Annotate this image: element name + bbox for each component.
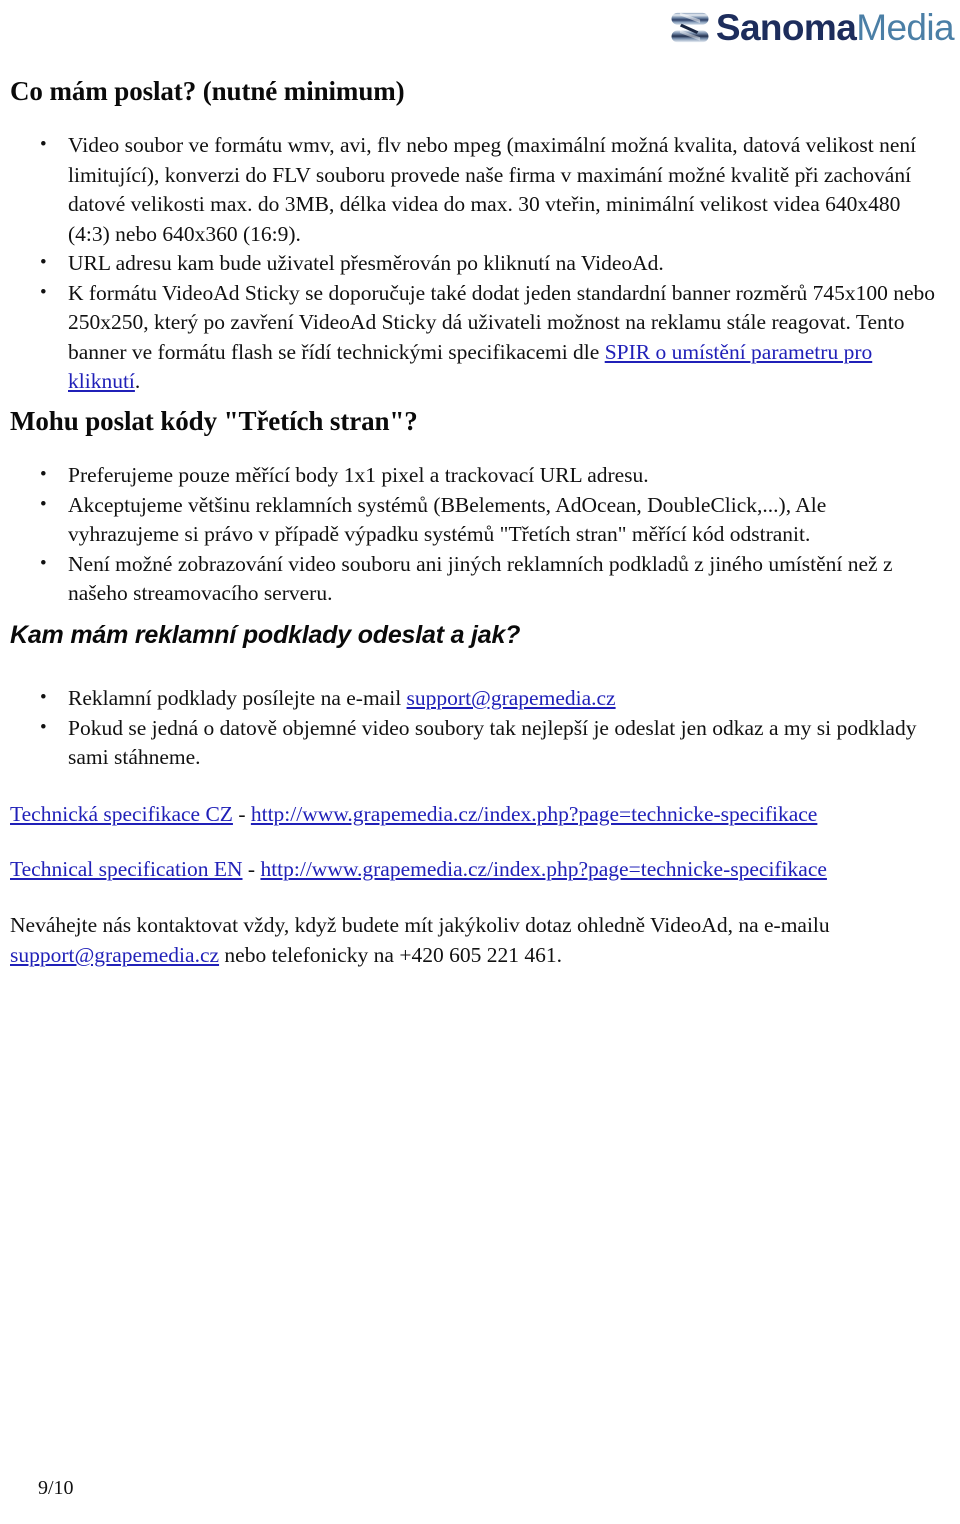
list-item: K formátu VideoAd Sticky se doporučuje t… (26, 278, 938, 397)
spec-link-line-cz: Technická specifikace CZ - http://www.gr… (10, 800, 817, 828)
bullet-list-delivery: Reklamní podklady posílejte na e-mail su… (26, 683, 938, 773)
document-page: SanomaMedia Co mám poslat? (nutné minimu… (0, 0, 960, 1524)
list-item-text: Není možné zobrazování video souboru ani… (68, 551, 893, 606)
section-2-bullet-list-wrapper: Preferujeme pouze měřící body 1x1 pixel … (26, 460, 938, 609)
sanoma-media-logo: SanomaMedia (669, 4, 955, 52)
section-heading-co-mam-poslat: Co mám poslat? (nutné minimum) (10, 76, 405, 106)
list-item: Video soubor ve formátu wmv, avi, flv ne… (26, 130, 938, 249)
section-1-bullet-list-wrapper: Video soubor ve formátu wmv, avi, flv ne… (26, 130, 938, 397)
technicka-specifikace-cz-url[interactable]: http://www.grapemedia.cz/index.php?page=… (251, 802, 818, 826)
section-heading-kam-mam-odeslat: Kam mám reklamní podklady odeslat a jak? (10, 621, 521, 649)
bullet-list-third-party: Preferujeme pouze měřící body 1x1 pixel … (26, 460, 938, 609)
section-heading-tretich-stran: Mohu poslat kódy "Třetích stran"? (10, 406, 418, 436)
logo-word-media: Media (856, 7, 954, 48)
closing-support-email-link[interactable]: support@grapemedia.cz (10, 943, 219, 967)
list-item: Reklamní podklady posílejte na e-mail su… (26, 683, 938, 714)
closing-line-1: Neváhejte nás kontaktovat vždy, když bud… (10, 913, 830, 937)
list-item-text: Preferujeme pouze měřící body 1x1 pixel … (68, 463, 649, 487)
list-item-text: Pokud se jedná o datově objemné video so… (68, 715, 917, 770)
list-item-text-before-email: Reklamní podklady posílejte na e-mail (68, 686, 407, 710)
closing-paragraph: Neváhejte nás kontaktovat vždy, když bud… (10, 910, 940, 970)
technicka-specifikace-cz-link[interactable]: Technická specifikace CZ (10, 802, 233, 826)
list-item-text: Video soubor ve formátu wmv, avi, flv ne… (68, 133, 917, 246)
spec-link-line-en: Technical specification EN - http://www.… (10, 855, 827, 883)
technical-specification-en-url[interactable]: http://www.grapemedia.cz/index.php?page=… (260, 857, 827, 881)
sanoma-s-ribbon-icon (671, 12, 709, 43)
list-item: URL adresu kam bude uživatel přesměrován… (26, 248, 938, 279)
list-item-text-after-link: . (134, 369, 141, 393)
bullet-list-requirements: Video soubor ve formátu wmv, avi, flv ne… (26, 130, 938, 397)
list-item: Není možné zobrazování video souboru ani… (26, 549, 938, 609)
technical-specification-en-link[interactable]: Technical specification EN (10, 857, 243, 881)
list-item: Preferujeme pouze měřící body 1x1 pixel … (26, 460, 938, 491)
list-item-text: URL adresu kam bude uživatel přesměrován… (68, 251, 664, 275)
list-item: Akceptujeme většinu reklamních systémů (… (26, 490, 938, 550)
logo-word-sanoma: Sanoma (715, 7, 857, 48)
page-number-footer: 9/10 (38, 1477, 74, 1499)
logo-wordmark: SanomaMedia (715, 7, 955, 48)
list-item: Pokud se jedná o datově objemné video so… (26, 713, 938, 773)
spec-link-separator-cz: - (232, 802, 251, 826)
closing-line-2: nebo telefonicky na +420 605 221 461. (219, 943, 562, 967)
list-item-text: Akceptujeme většinu reklamních systémů (… (68, 492, 827, 547)
spec-link-separator-en: - (242, 857, 261, 881)
section-3-bullet-list-wrapper: Reklamní podklady posílejte na e-mail su… (26, 683, 938, 773)
support-email-link[interactable]: support@grapemedia.cz (407, 686, 616, 710)
